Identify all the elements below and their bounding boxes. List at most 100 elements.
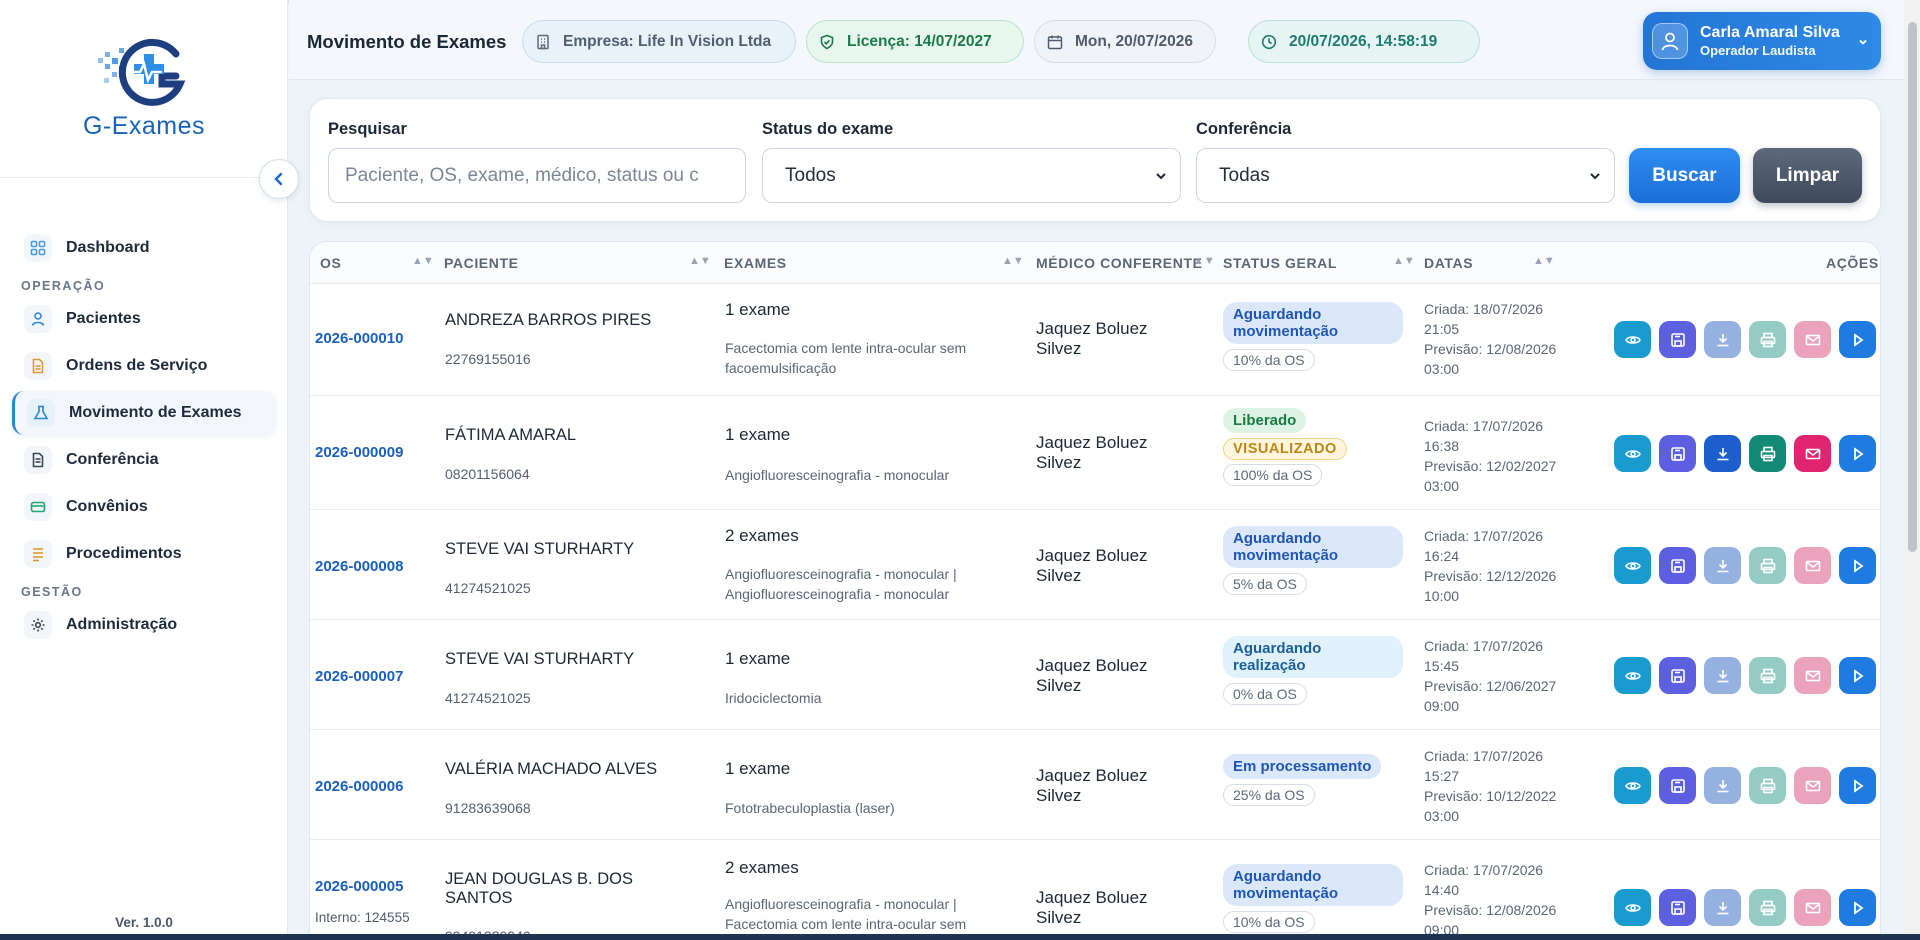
save-icon — [1670, 900, 1685, 915]
download-icon — [1717, 779, 1728, 792]
email-button[interactable] — [1794, 321, 1831, 358]
sidebar-item-movimento[interactable]: Movimento de Exames — [12, 391, 276, 435]
play-button[interactable] — [1839, 767, 1876, 804]
card-icon — [24, 493, 52, 521]
sidebar-item-pacientes[interactable]: Pacientes — [12, 297, 276, 341]
column-header-status[interactable]: STATUS GERAL — [1223, 255, 1337, 271]
play-button[interactable] — [1839, 435, 1876, 472]
save-button[interactable] — [1659, 321, 1696, 358]
grid-icon — [24, 234, 52, 262]
logo-area: G-Exames — [0, 0, 288, 178]
play-button[interactable] — [1839, 657, 1876, 694]
save-button[interactable] — [1659, 435, 1696, 472]
play-button[interactable] — [1839, 547, 1876, 584]
exam-count: 1 exame — [725, 759, 791, 778]
mail-icon — [1805, 560, 1820, 571]
shield-check-icon — [819, 34, 835, 50]
table-row[interactable]: 2026-000008 STEVE VAI STURHARTY 41274521… — [310, 510, 1880, 620]
save-button[interactable] — [1659, 657, 1696, 694]
sidebar-item-dashboard[interactable]: Dashboard — [12, 226, 276, 270]
sort-icon[interactable]: ▲▼ — [1002, 255, 1024, 267]
email-button[interactable] — [1794, 889, 1831, 926]
table-row[interactable]: 2026-000010 ANDREZA BARROS PIRES 2276915… — [310, 284, 1880, 396]
datetime-text: 20/07/2026, 14:58:19 — [1289, 32, 1438, 50]
sort-icon[interactable]: ▲▼ — [689, 255, 711, 267]
sidebar-item-administracao[interactable]: Administração — [12, 603, 276, 647]
page-scrollbar[interactable] — [1904, 0, 1920, 940]
table-row[interactable]: 2026-000007 STEVE VAI STURHARTY 41274521… — [310, 620, 1880, 730]
forecast-date: Previsão: 12/06/2027 09:00 — [1424, 678, 1557, 714]
conferencia-select[interactable]: Todas — [1196, 148, 1615, 203]
download-button[interactable] — [1704, 321, 1741, 358]
email-button[interactable] — [1794, 657, 1831, 694]
save-button[interactable] — [1659, 767, 1696, 804]
os-link[interactable]: 2026-000005 — [315, 878, 403, 895]
table-row[interactable]: 2026-000009 FÁTIMA AMARAL 08201156064 1 … — [310, 396, 1880, 510]
print-button[interactable] — [1749, 889, 1786, 926]
table-row[interactable]: 2026-000005 Interno: 124555 JEAN DOUGLAS… — [310, 840, 1880, 939]
view-button[interactable] — [1614, 435, 1651, 472]
created-date: Criada: 18/07/2026 21:05 — [1424, 301, 1544, 337]
column-header-paciente[interactable]: PACIENTE — [444, 255, 519, 271]
print-button[interactable] — [1749, 435, 1786, 472]
chevron-down-icon — [1156, 173, 1166, 180]
forecast-date: Previsão: 12/02/2027 03:00 — [1424, 458, 1557, 494]
sidebar-collapse-button[interactable] — [259, 159, 299, 199]
download-button[interactable] — [1704, 767, 1741, 804]
download-button[interactable] — [1704, 889, 1741, 926]
search-input[interactable] — [328, 148, 746, 203]
clear-button[interactable]: Limpar — [1753, 148, 1862, 203]
table-row[interactable]: 2026-000006 VALÉRIA MACHADO ALVES 912836… — [310, 730, 1880, 840]
email-button[interactable] — [1794, 435, 1831, 472]
email-button[interactable] — [1794, 767, 1831, 804]
print-button[interactable] — [1749, 657, 1786, 694]
status-select[interactable]: Todos — [762, 148, 1181, 203]
scrollbar-thumb[interactable] — [1908, 22, 1917, 552]
print-button[interactable] — [1749, 321, 1786, 358]
patient-document: 22769155016 — [445, 351, 531, 367]
column-header-medico[interactable]: MÉDICO CONFERENTE — [1036, 255, 1203, 271]
sidebar-item-conferencia[interactable]: Conferência — [12, 438, 276, 482]
sidebar-item-procedimentos[interactable]: Procedimentos — [12, 532, 276, 576]
email-button[interactable] — [1794, 547, 1831, 584]
download-button[interactable] — [1704, 435, 1741, 472]
row-actions — [1614, 435, 1876, 472]
print-button[interactable] — [1749, 547, 1786, 584]
play-button[interactable] — [1839, 889, 1876, 926]
view-button[interactable] — [1614, 321, 1651, 358]
taskbar-edge — [0, 934, 1920, 940]
sort-icon[interactable]: ▲▼ — [1533, 255, 1555, 267]
view-button[interactable] — [1614, 767, 1651, 804]
printer-icon — [1760, 668, 1775, 683]
mail-icon — [1805, 902, 1820, 913]
exam-description: Angiofluoresceinografia - monocular | Fa… — [725, 896, 967, 932]
conferencia-select-value: Todas — [1219, 164, 1270, 186]
column-header-os[interactable]: OS — [320, 255, 341, 271]
user-menu[interactable]: Carla Amaral Silva Operador Laudista — [1643, 12, 1881, 70]
sort-icon[interactable]: ▲▼ — [1193, 255, 1215, 267]
print-button[interactable] — [1749, 767, 1786, 804]
os-link[interactable]: 2026-000008 — [315, 558, 403, 575]
os-link[interactable]: 2026-000006 — [315, 778, 403, 795]
play-button[interactable] — [1839, 321, 1876, 358]
search-button[interactable]: Buscar — [1629, 148, 1740, 203]
calendar-icon — [1047, 34, 1063, 50]
download-button[interactable] — [1704, 657, 1741, 694]
column-header-exames[interactable]: EXAMES — [724, 255, 787, 271]
os-link[interactable]: 2026-000009 — [315, 444, 403, 461]
view-button[interactable] — [1614, 657, 1651, 694]
sort-icon[interactable]: ▲▼ — [1393, 255, 1415, 267]
view-button[interactable] — [1614, 889, 1651, 926]
save-button[interactable] — [1659, 889, 1696, 926]
sidebar-item-ordens[interactable]: Ordens de Serviço — [12, 344, 276, 388]
save-button[interactable] — [1659, 547, 1696, 584]
os-link[interactable]: 2026-000007 — [315, 668, 403, 685]
logo-text: G-Exames — [82, 112, 206, 140]
view-button[interactable] — [1614, 547, 1651, 584]
sort-icon[interactable]: ▲▼ — [412, 255, 434, 267]
os-link[interactable]: 2026-000010 — [315, 330, 403, 347]
column-header-datas[interactable]: DATAS — [1424, 255, 1473, 271]
sidebar-item-convenios[interactable]: Convênios — [12, 485, 276, 529]
sidebar-item-label: Dashboard — [66, 239, 150, 256]
download-button[interactable] — [1704, 547, 1741, 584]
